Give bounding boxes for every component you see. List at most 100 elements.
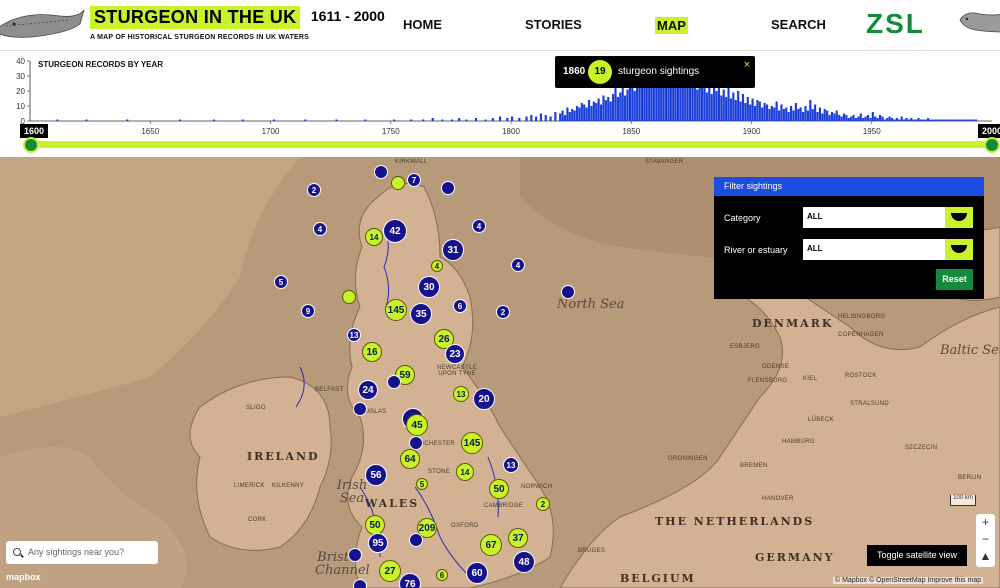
sighting-cluster-marker[interactable]: 37 xyxy=(508,528,528,548)
sighting-cluster-marker[interactable]: 145 xyxy=(461,432,483,454)
sighting-cluster-marker[interactable] xyxy=(353,579,367,588)
sighting-cluster-marker[interactable] xyxy=(387,375,401,389)
histogram-bar xyxy=(633,91,636,121)
sighting-cluster-marker[interactable]: 50 xyxy=(489,479,509,499)
zoom-in-button[interactable]: + xyxy=(976,514,995,531)
map-label: FLENSBURG xyxy=(748,378,788,384)
sturgeon-logo-icon[interactable] xyxy=(0,2,85,48)
sighting-cluster-marker[interactable]: 2 xyxy=(496,305,510,319)
sighting-cluster-marker[interactable]: 48 xyxy=(513,551,535,573)
site-years: 1611 - 2000 xyxy=(310,8,385,24)
map-label: North Sea xyxy=(557,297,625,312)
category-select[interactable]: ALL xyxy=(803,207,973,228)
zsl-logo[interactable]: ZSL xyxy=(866,8,925,40)
histogram-bar xyxy=(912,119,915,121)
brand-block[interactable]: STURGEON IN THE UK 1611 - 2000 A MAP OF … xyxy=(90,6,385,41)
histogram-bar xyxy=(890,118,894,121)
map-label: Baltic Sea xyxy=(940,343,1000,358)
sighting-cluster-marker[interactable]: 20 xyxy=(473,388,495,410)
sighting-cluster-marker[interactable]: 64 xyxy=(400,449,420,469)
mapbox-logo[interactable]: mapbox xyxy=(6,572,41,582)
histogram-bar xyxy=(919,119,923,121)
histogram-bar xyxy=(272,119,276,121)
sighting-cluster-marker[interactable]: 16 xyxy=(362,342,382,362)
sighting-cluster-marker[interactable]: 14 xyxy=(456,463,474,481)
chevron-down-icon[interactable] xyxy=(945,239,973,260)
sighting-cluster-marker[interactable] xyxy=(374,165,388,179)
sighting-cluster-marker[interactable]: 5 xyxy=(274,275,288,289)
river-select[interactable]: ALL xyxy=(803,239,973,260)
sighting-cluster-marker[interactable]: 42 xyxy=(383,219,407,243)
nav-search[interactable]: SEARCH xyxy=(771,17,826,32)
chevron-down-icon[interactable] xyxy=(945,207,973,228)
close-icon[interactable]: × xyxy=(744,59,750,71)
sighting-cluster-marker[interactable] xyxy=(348,548,362,562)
sighting-cluster-marker[interactable]: 6 xyxy=(453,299,467,313)
y-tick-label: 10 xyxy=(16,102,25,111)
histogram-bar xyxy=(498,116,502,121)
sighting-cluster-marker[interactable]: 2 xyxy=(536,497,550,511)
compass-icon[interactable]: ▲ xyxy=(976,548,995,565)
histogram-bar xyxy=(744,103,747,121)
sighting-cluster-marker[interactable]: 13 xyxy=(453,386,469,402)
sighting-cluster-marker[interactable]: 5 xyxy=(416,478,428,490)
satellite-toggle-button[interactable]: Toggle satellite view xyxy=(867,545,967,566)
location-search-input[interactable]: Any sightings near you? xyxy=(6,541,158,564)
sighting-cluster-marker[interactable]: 23 xyxy=(445,344,465,364)
nav-map[interactable]: MAP xyxy=(655,17,688,34)
sighting-cluster-marker[interactable]: 60 xyxy=(466,562,488,584)
nav-home[interactable]: HOME xyxy=(403,17,442,32)
sighting-cluster-marker[interactable]: 9 xyxy=(301,304,315,318)
histogram-bar xyxy=(847,118,850,121)
zoom-control: + − ▲ xyxy=(976,514,995,567)
sighting-cluster-marker[interactable]: 4 xyxy=(431,260,443,272)
zoom-out-button[interactable]: − xyxy=(976,531,995,548)
histogram-bar xyxy=(763,103,766,121)
sighting-cluster-marker[interactable]: 35 xyxy=(410,303,432,325)
sighting-cluster-marker[interactable]: 56 xyxy=(365,464,387,486)
nav-stories[interactable]: STORIES xyxy=(525,17,582,32)
sighting-cluster-marker[interactable] xyxy=(391,176,405,190)
sighting-cluster-marker[interactable]: 13 xyxy=(347,328,361,342)
sighting-cluster-marker[interactable] xyxy=(441,181,455,195)
slider-start-handle[interactable] xyxy=(23,137,39,153)
histogram-bar xyxy=(304,119,307,121)
sighting-cluster-marker[interactable]: 13 xyxy=(503,457,519,473)
sighting-cluster-marker[interactable] xyxy=(342,290,356,304)
histogram-bar xyxy=(943,119,947,121)
sighting-cluster-marker[interactable]: 30 xyxy=(418,276,440,298)
histogram-bar xyxy=(566,107,569,121)
sighting-cluster-marker[interactable]: 2 xyxy=(307,183,321,197)
sighting-cluster-marker[interactable]: 76 xyxy=(399,573,421,588)
sighting-cluster-marker[interactable]: 4 xyxy=(511,258,525,272)
map-attribution[interactable]: © Mapbox © OpenStreetMap Improve this ma… xyxy=(833,577,984,584)
sighting-cluster-marker[interactable]: 24 xyxy=(358,380,378,400)
sighting-cluster-marker[interactable]: 95 xyxy=(368,533,388,553)
histogram-bar xyxy=(554,112,557,121)
sighting-cluster-marker[interactable]: 14 xyxy=(365,228,383,246)
histogram-bar xyxy=(585,107,588,121)
sighting-cluster-marker[interactable] xyxy=(409,436,423,450)
map-label: BELFAST xyxy=(315,387,344,393)
histogram-bar xyxy=(657,83,660,121)
sighting-cluster-marker[interactable] xyxy=(409,533,423,547)
sighting-cluster-marker[interactable]: 27 xyxy=(379,560,401,582)
sighting-cluster-marker[interactable] xyxy=(561,285,575,299)
year-range-slider[interactable] xyxy=(30,141,992,148)
sighting-cluster-marker[interactable]: 6 xyxy=(436,569,448,581)
histogram-bar xyxy=(931,119,935,121)
sighting-cluster-marker[interactable]: 67 xyxy=(480,534,502,556)
sighting-cluster-marker[interactable]: 45 xyxy=(406,414,428,436)
reset-button[interactable]: Reset xyxy=(936,269,973,290)
map-label: HELSINGBORG xyxy=(838,314,886,320)
sighting-cluster-marker[interactable]: 4 xyxy=(472,219,486,233)
sighting-cluster-marker[interactable]: 4 xyxy=(313,222,327,236)
sighting-cluster-marker[interactable]: 50 xyxy=(365,515,385,535)
sighting-cluster-marker[interactable] xyxy=(353,402,367,416)
histogram-bar xyxy=(939,119,942,121)
slider-end-handle[interactable] xyxy=(984,137,1000,153)
histogram-bar xyxy=(614,88,617,121)
sighting-cluster-marker[interactable]: 7 xyxy=(407,173,421,187)
sighting-cluster-marker[interactable]: 145 xyxy=(385,299,407,321)
sighting-cluster-marker[interactable]: 31 xyxy=(442,239,464,261)
